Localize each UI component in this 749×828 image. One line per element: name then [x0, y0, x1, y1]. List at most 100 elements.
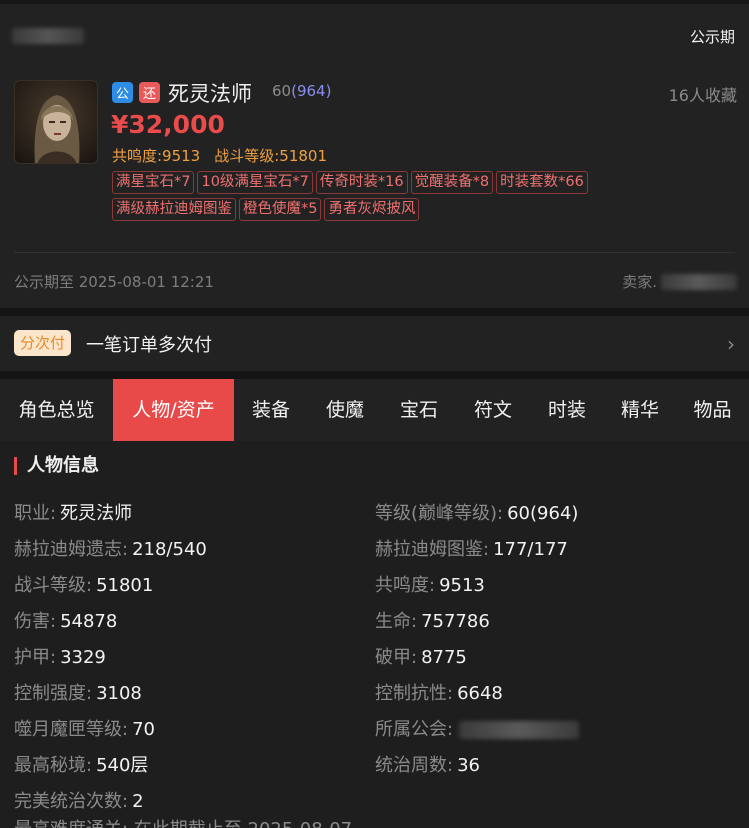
info-key: 生命: — [375, 611, 418, 632]
info-value: 3329 — [60, 647, 106, 668]
info-row: 护甲: 3329 — [14, 643, 106, 669]
info-value: 3108 — [96, 683, 142, 704]
info-key: 战斗等级: — [14, 575, 93, 596]
info-value: 36 — [457, 755, 480, 776]
tag: 觉醒装备*8 — [410, 171, 494, 194]
divider — [14, 252, 735, 253]
tab-runes[interactable]: 符文 — [456, 379, 530, 441]
info-value: 70 — [132, 719, 155, 740]
listing-status: 公示期 — [689, 28, 735, 46]
info-row: 破甲: 8775 — [375, 643, 467, 669]
info-value: 60(964) — [507, 503, 579, 524]
tag: 满级赫拉迪姆图鉴 — [112, 198, 236, 221]
info-value: 54878 — [60, 611, 118, 632]
info-value: 死灵法师 — [60, 503, 133, 524]
character-avatar[interactable] — [14, 80, 98, 164]
info-row-partial: 最高难度通关: 在此期截止至 2025-08-07 — [14, 819, 394, 828]
info-key: 赫拉迪姆遗志: — [14, 539, 129, 560]
info-row: 所属公会: — [375, 715, 580, 741]
info-row: 控制抗性: 6648 — [375, 679, 503, 705]
tab-essence[interactable]: 精华 — [604, 379, 676, 441]
info-key: 职业: — [14, 503, 57, 524]
tag: 橙色使魔*5 — [239, 198, 322, 221]
info-key: 护甲: — [14, 647, 57, 668]
character-level: 60(964) — [272, 82, 331, 100]
info-value: 2 — [132, 791, 144, 812]
return-badge: 还 — [139, 82, 160, 103]
blurred-title — [12, 28, 84, 44]
seller-label: 卖家. — [622, 273, 657, 291]
character-name: 死灵法师 — [168, 82, 252, 106]
section-title: 人物信息 — [14, 457, 99, 475]
chevron-right-icon: › — [727, 332, 735, 356]
detail-tabs: 角色总览 人物/资产 装备 使魔 宝石 符文 时装 精华 物品 — [0, 379, 749, 441]
section-gap — [0, 308, 749, 316]
installment-text: 一笔订单多次付 — [86, 335, 212, 356]
info-row: 共鸣度: 9513 — [375, 571, 485, 597]
info-value: 9513 — [439, 575, 485, 596]
tag: 时装套数*66 — [496, 171, 588, 194]
info-row: 生命: 757786 — [375, 607, 490, 633]
info-row: 最高秘境: 540层 — [14, 751, 148, 777]
tab-overview[interactable]: 角色总览 — [0, 379, 113, 441]
info-row: 完美统治次数: 2 — [14, 787, 144, 813]
info-key: 完美统治次数: — [14, 791, 129, 812]
peak-level: (964) — [291, 82, 332, 100]
guild-name-blurred — [459, 721, 580, 739]
tab-equipment[interactable]: 装备 — [234, 379, 308, 441]
info-value: 177/177 — [493, 539, 568, 560]
level-value: 60 — [272, 82, 292, 100]
favorites-count[interactable]: 16人收藏 — [669, 82, 737, 106]
public-deadline: 公示期至 2025-08-01 12:21 — [14, 273, 214, 291]
info-row: 伤害: 54878 — [14, 607, 117, 633]
installment-payment-bar[interactable]: 分次付 一笔订单多次付 › — [0, 316, 749, 371]
tab-items[interactable]: 物品 — [676, 379, 749, 441]
info-key: 统治周数: — [375, 755, 454, 776]
tab-cosmetics[interactable]: 时装 — [530, 379, 604, 441]
info-row: 噬月魔匣等级: 70 — [14, 715, 155, 741]
info-key: 最高秘境: — [14, 755, 93, 776]
section-gap — [0, 371, 749, 379]
info-value: 757786 — [421, 611, 490, 632]
combat-level-stat: 战斗等级:51801 — [214, 147, 328, 165]
info-value: 6648 — [457, 683, 503, 704]
info-key: 伤害: — [14, 611, 57, 632]
info-value: 8775 — [421, 647, 467, 668]
highlight-tags: 满星宝石*7 10级满星宝石*7 传奇时装*16 觉醒装备*8 时装套数*66 满级赫拉迪… — [112, 171, 712, 225]
info-key: 共鸣度: — [375, 575, 436, 596]
listing-card[interactable]: 公 还 死灵法师 60(964) 16人收藏 ¥32,000 共鸣度:9513 战… — [0, 60, 749, 308]
seller-info[interactable]: 卖家. — [622, 271, 737, 292]
partial-row-text: 最高难度通关: 在此期截止至 2025-08-07 — [14, 819, 394, 828]
info-row: 赫拉迪姆图鉴: 177/177 — [375, 535, 568, 561]
info-key: 所属公会: — [375, 719, 454, 740]
info-value: 540层 — [96, 755, 149, 776]
tag: 勇者灰烬披风 — [324, 198, 420, 221]
info-key: 控制强度: — [14, 683, 93, 704]
public-badge: 公 — [112, 82, 133, 103]
price: ¥32,000 — [111, 110, 225, 139]
tag: 传奇时装*16 — [315, 171, 408, 194]
tab-familiar[interactable]: 使魔 — [308, 379, 382, 441]
installment-badge: 分次付 — [14, 330, 72, 356]
top-bar: 公示期 — [0, 0, 749, 64]
tab-character-assets[interactable]: 人物/资产 — [113, 379, 234, 441]
info-key: 破甲: — [375, 647, 418, 668]
info-key: 控制抗性: — [375, 683, 454, 704]
seller-name-blurred — [661, 273, 737, 290]
info-value: 51801 — [96, 575, 154, 596]
info-row: 职业: 死灵法师 — [14, 499, 132, 525]
info-key: 赫拉迪姆图鉴: — [375, 539, 490, 560]
character-info-section: 人物信息 职业: 死灵法师 等级(巅峰等级): 60(964) 赫拉迪姆遗志: 218… — [0, 441, 749, 828]
info-key: 噬月魔匣等级: — [14, 719, 129, 740]
info-row: 赫拉迪姆遗志: 218/540 — [14, 535, 207, 561]
info-row: 控制强度: 3108 — [14, 679, 142, 705]
info-row: 等级(巅峰等级): 60(964) — [375, 499, 578, 525]
info-value: 218/540 — [132, 539, 207, 560]
summary-stats: 共鸣度:9513 战斗等级:51801 — [112, 145, 327, 166]
resonance-stat: 共鸣度:9513 — [112, 147, 201, 165]
tag: 10级满星宝石*7 — [197, 171, 313, 194]
info-row: 战斗等级: 51801 — [14, 571, 153, 597]
tag: 满星宝石*7 — [112, 171, 195, 194]
info-row: 统治周数: 36 — [375, 751, 480, 777]
tab-gems[interactable]: 宝石 — [382, 379, 456, 441]
